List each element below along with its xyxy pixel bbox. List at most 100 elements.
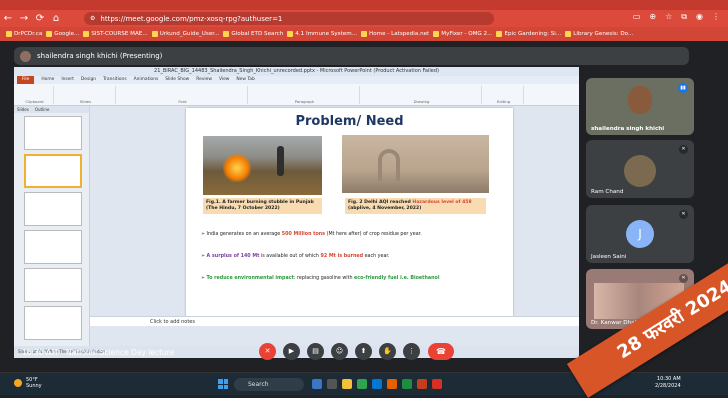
photo-stubble-burning [203,136,322,195]
back-icon[interactable]: ← [0,13,16,24]
bookmark-item[interactable]: SIST-COURSE MAE... [83,31,148,37]
group-drawing[interactable]: Drawing [362,86,482,104]
edge-icon[interactable] [372,379,382,389]
reload-icon[interactable]: ⟳ [32,13,48,24]
present-button[interactable]: ⬆ [355,343,372,360]
ppt-title-bar: 21_BIRAC_BIG_14483_Shailendra_Singh_Khic… [14,67,579,76]
bookmark-favicon-icon [83,31,90,37]
slide-thumbnail[interactable] [24,268,82,302]
star-icon[interactable]: ☆ [665,12,672,22]
slide-thumbnail[interactable] [24,230,82,264]
participant-tile[interactable]: J ✕ Jasleen Saini [586,205,694,263]
pane-tabs: Slides Outline [14,106,89,113]
fire-graphic [223,154,251,182]
bookmark-favicon-icon [151,31,158,37]
group-paragraph[interactable]: Paragraph [250,86,360,104]
browser-toolbar: ← → ⟳ ⌂ ⚙ https://meet.google.com/pmz-xo… [0,10,728,27]
tab-animations[interactable]: Animations [134,76,159,84]
slide-thumbnail[interactable] [24,306,82,340]
participant-name: Ram Chand [591,189,624,195]
file-explorer-icon[interactable] [342,379,352,389]
notes-pane[interactable]: Click to add notes [90,316,579,326]
bookmark-favicon-icon [361,31,368,37]
slide-editor: Problem/ Need Fig.1. A farmer burning st… [90,106,579,346]
slide-thumbnail-pane: Slides Outline [14,106,90,346]
firefox-icon[interactable] [387,379,397,389]
bookmark-item[interactable]: Google... [46,31,79,37]
tab-transitions[interactable]: Transitions [103,76,127,84]
meet-stage: shailendra singh khichi (Presenting) 21_… [0,41,728,372]
address-bar[interactable]: ⚙ https://meet.google.com/pmz-xosq-rpg?a… [84,12,494,25]
app-icon[interactable] [357,379,367,389]
tab-outline[interactable]: Outline [35,106,49,113]
home-icon[interactable]: ⌂ [48,13,64,24]
group-font[interactable]: Font [118,86,248,104]
participant-name: Jasleen Saini [591,254,627,260]
camera-button[interactable]: ▶ [283,343,300,360]
participant-avatar [624,155,656,187]
forward-icon[interactable]: → [16,13,32,24]
tab-view[interactable]: View [219,76,229,84]
raise-hand-button[interactable]: ✋ [379,343,396,360]
slide-thumbnail[interactable] [24,192,82,226]
bookmark-item[interactable]: 4.1 Immune System... [287,31,357,37]
slide: Problem/ Need Fig.1. A farmer burning st… [186,108,513,316]
sun-icon [14,379,22,387]
caption-fig1: Fig.1. A farmer burning stubble in Punja… [203,198,322,214]
slide-thumbnail-selected[interactable] [24,154,82,188]
bookmark-item[interactable]: MyFixer - OMG 2... [433,31,492,37]
farmer-figure [277,146,284,176]
tab-home[interactable]: Home [41,76,54,84]
bookmark-item[interactable]: Urkund_Guide_User... [151,31,219,37]
bookmark-item[interactable]: DrPCDr.ca [6,31,42,37]
tab-review[interactable]: Review [196,76,212,84]
leave-call-button[interactable]: ☎ [428,343,454,360]
shared-screen: 21_BIRAC_BIG_14483_Shailendra_Singh_Khic… [14,67,579,358]
mic-off-button[interactable]: ✕ [259,343,276,360]
participant-tile[interactable]: ▮▮ shailendra singh khichi [586,78,694,135]
meeting-clock: 10:30 AM [22,348,58,357]
slide-thumbnail[interactable] [24,116,82,150]
pdf-icon[interactable] [432,379,442,389]
chrome-icon[interactable] [402,379,412,389]
bullet-2: ➢ A surplus of 140 Mt is available out o… [201,254,390,259]
cast-icon[interactable]: ▭ [633,12,641,22]
profile-icon[interactable]: ◉ [696,12,703,22]
group-editing[interactable]: Editing [484,86,524,104]
taskbar-search[interactable]: Search [234,378,304,391]
tab-insert[interactable]: Insert [61,76,74,84]
system-tray-clock[interactable]: 10:30 AM 2/28/2024 [655,376,681,390]
tab-slide-show[interactable]: Slide Show [165,76,189,84]
app-icon[interactable] [312,379,322,389]
participant-tile[interactable]: ✕ Ram Chand [586,140,694,198]
windows-start-icon[interactable] [218,379,228,389]
tab-design[interactable]: Design [81,76,96,84]
menu-icon[interactable]: ⋮ [712,12,720,22]
tab-new[interactable]: New Tab [236,76,254,84]
bookmark-item[interactable]: Epic Gardening: Si... [496,31,561,37]
ppt-ribbon: Clipboard Slides Font Paragraph Drawing … [14,84,579,106]
bookmark-favicon-icon [287,31,294,37]
site-info-icon[interactable]: ⚙ [90,15,95,22]
browser-tab-strip [0,0,728,10]
tab-file[interactable]: File [17,76,35,84]
more-options-button[interactable]: ⋮ [403,343,420,360]
zoom-icon[interactable]: ⊕ [649,12,656,22]
bookmark-favicon-icon [6,31,12,37]
extensions-icon[interactable]: ⧉ [681,12,687,22]
bookmark-item[interactable]: Library Genesis: Do... [565,31,633,37]
participant-name: shailendra singh khichi [591,126,665,132]
photo-delhi-smog [342,135,489,193]
emoji-button[interactable]: ☺ [331,343,348,360]
tab-slides[interactable]: Slides [17,106,29,113]
group-slides[interactable]: Slides [56,86,116,104]
participant-video [628,86,652,114]
task-view-icon[interactable] [327,379,337,389]
group-clipboard[interactable]: Clipboard [16,86,54,104]
bookmark-item[interactable]: Global ETD Search [223,31,283,37]
bookmark-item[interactable]: Home - Latspedia.net [361,31,429,37]
captions-button[interactable]: ▤ [307,343,324,360]
mic-off-icon: ✕ [679,210,688,219]
powerpoint-icon[interactable] [417,379,427,389]
weather-widget[interactable]: 50°F Sunny [14,377,42,389]
